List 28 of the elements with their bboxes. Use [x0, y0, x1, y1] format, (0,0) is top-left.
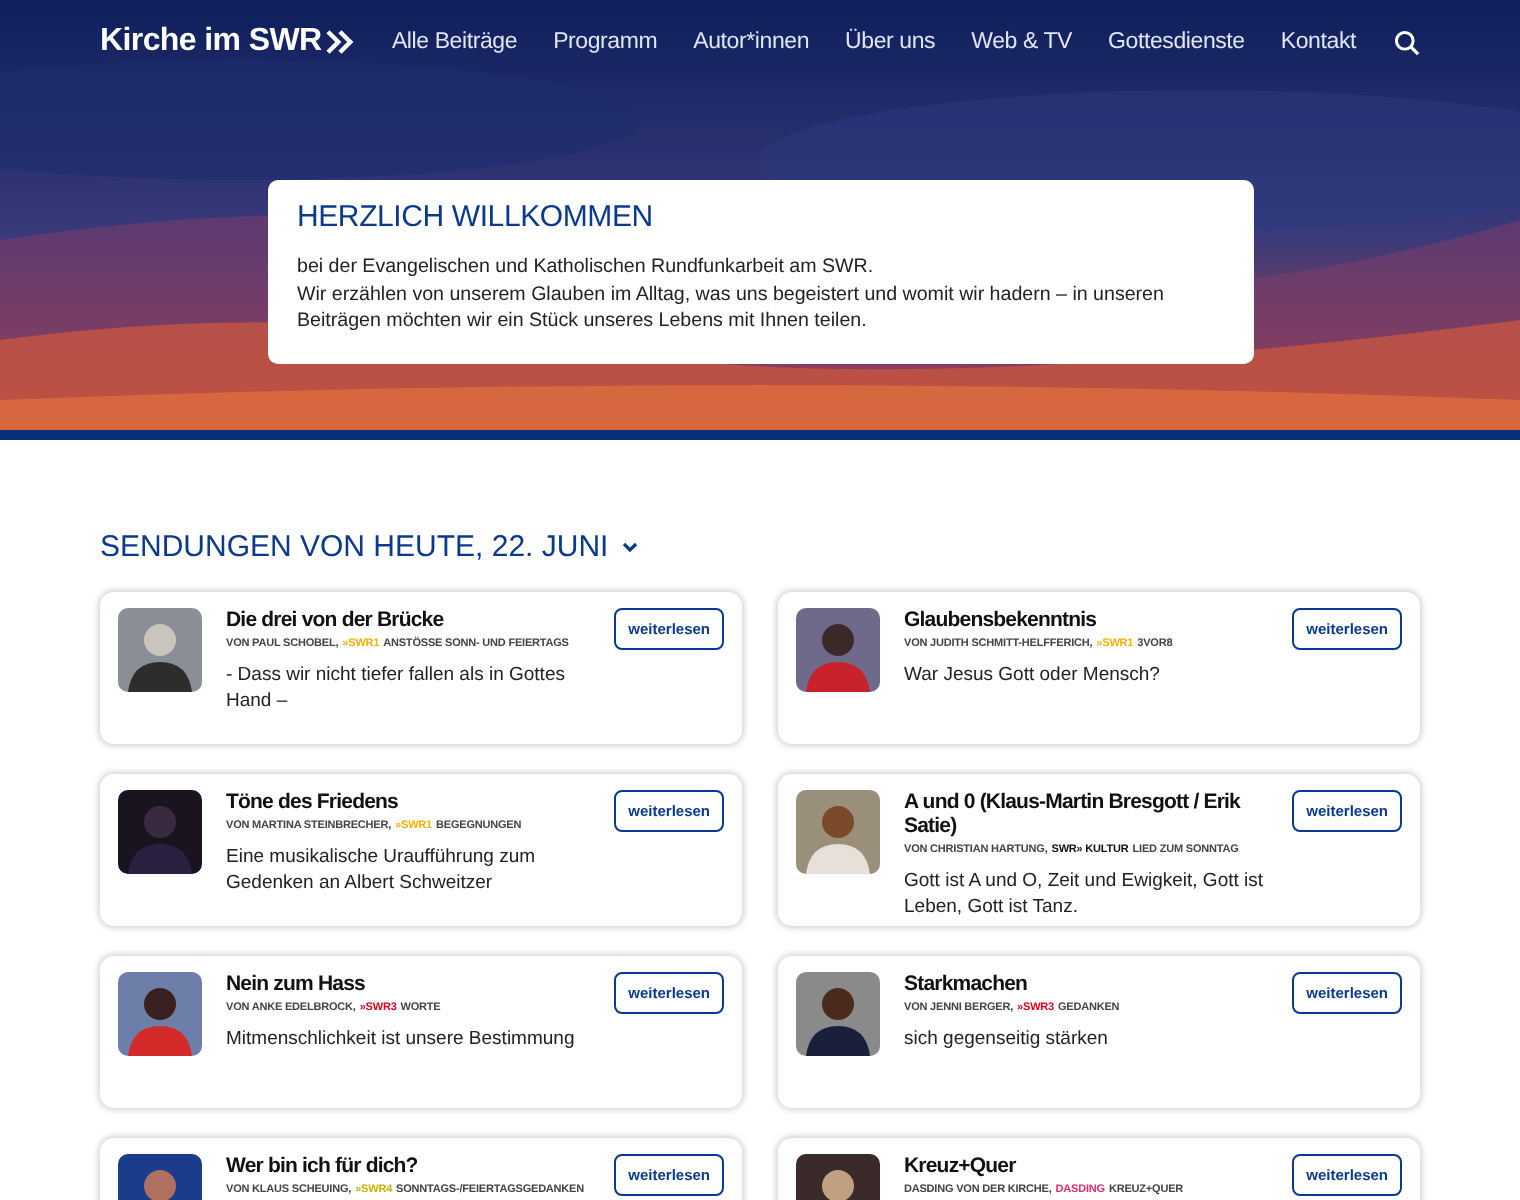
nav-link[interactable]: Kontakt — [1280, 30, 1356, 54]
teaser-text: - Dass wir nicht tiefer fallen als in Gottes Hand – — [226, 662, 567, 714]
card-title[interactable]: Starkmachen — [904, 972, 1269, 996]
teaser-text: Gott ist A und O, Zeit und Ewigkeit, Gott ist Leben, Gott ist Tanz. — [904, 868, 1266, 920]
nav-link[interactable]: Programm — [553, 30, 658, 54]
welcome-text: Wir erzählen von unserem Glauben im Alltag, was uns begeistert und womit wir hadern – in unseren Beiträgen möchten wir ein Stück unseres Lebens mit Ihnen teilen. — [297, 281, 1166, 335]
nav-link[interactable]: Web & TV — [971, 30, 1073, 54]
nav-link[interactable]: Autor*innen — [693, 30, 810, 54]
card-title[interactable]: A und 0 (Klaus-Martin Bresgott / Erik Satie) — [904, 790, 1269, 838]
teaser-text: Mitmenschlichkeit ist unsere Bestimmung — [226, 1026, 577, 1052]
search-icon[interactable] — [1394, 29, 1420, 55]
nav-link[interactable]: Alle Beiträge — [391, 30, 518, 54]
card-title[interactable]: Nein zum Hass — [226, 972, 591, 996]
section-title: SENDUNGEN VON HEUTE, 22. JUNI — [100, 530, 609, 564]
card-title[interactable]: Glaubensbekenntnis — [904, 608, 1269, 632]
teaser-text: Eine musikalische Uraufführung zum Gedenken an Albert Schweitzer — [226, 844, 538, 896]
card-title[interactable]: Die drei von der Brücke — [226, 608, 591, 632]
card-title[interactable]: Kreuz+Quer — [904, 1154, 1269, 1178]
nav-link[interactable]: Über uns — [845, 30, 936, 54]
logo[interactable]: Kirche im SWR — [100, 24, 354, 60]
card-title[interactable]: Töne des Friedens — [226, 790, 591, 814]
welcome-title: HERZLICH WILLKOMMEN — [297, 200, 655, 234]
nav-link[interactable]: Gottesdienste — [1108, 30, 1245, 54]
welcome-text: bei der Evangelischen und Katholischen Rundfunkarbeit am SWR. — [297, 254, 876, 281]
teaser-text: War Jesus Gott oder Mensch? — [904, 662, 1162, 688]
teaser-text: sich gegenseitig stärken — [904, 1026, 1110, 1052]
card-title[interactable]: Wer bin ich für dich? — [226, 1154, 591, 1178]
caret-icon[interactable] — [622, 541, 639, 553]
